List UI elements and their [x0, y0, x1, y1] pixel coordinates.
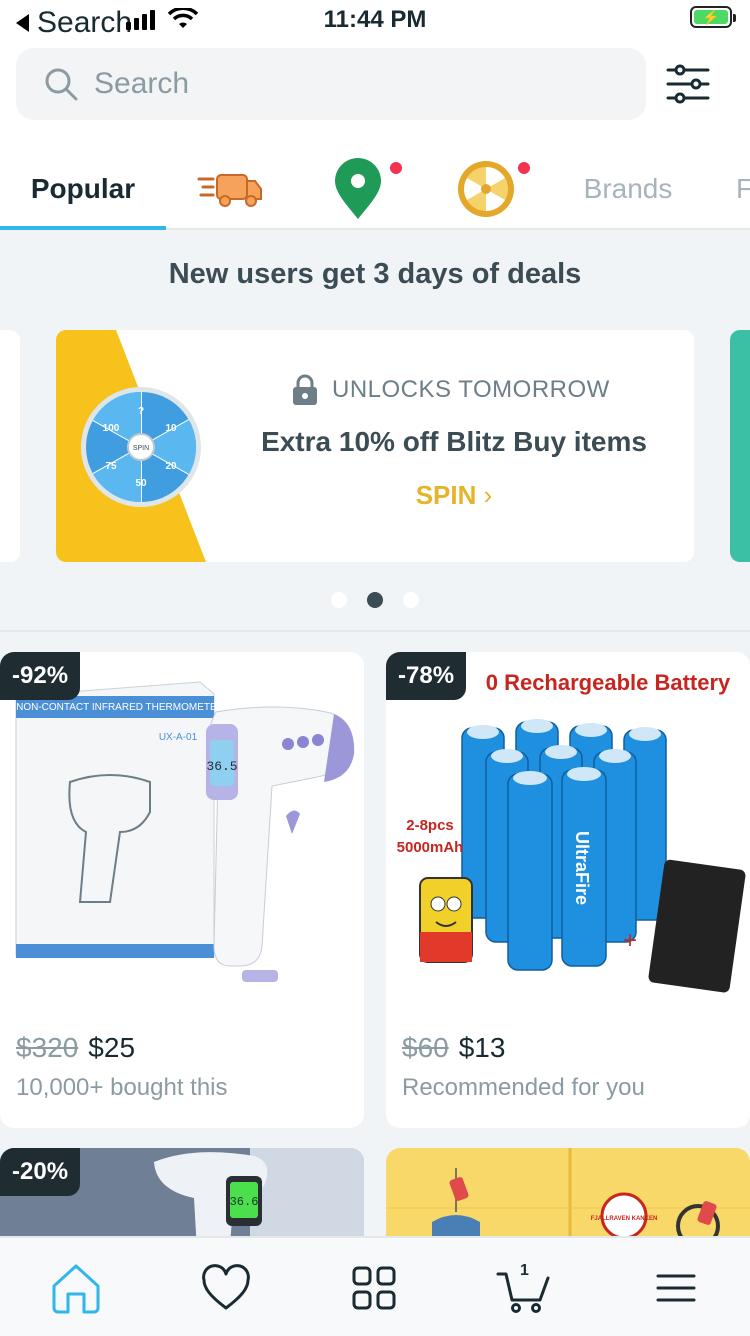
- carousel-pager: [0, 592, 750, 608]
- home-icon[interactable]: [48, 1260, 104, 1316]
- search-bar[interactable]: [16, 48, 646, 120]
- search-input[interactable]: [92, 66, 596, 102]
- product-subtitle: Recommended for you: [402, 1074, 645, 1101]
- wheel-label: 20: [165, 461, 177, 472]
- lock-icon: [293, 374, 317, 405]
- banner-text: 0 Rechargeable Battery: [486, 670, 731, 695]
- discount-badge: -78%: [386, 652, 467, 700]
- active-tab-indicator: [0, 226, 166, 230]
- chevron-right-icon: ›: [483, 480, 493, 510]
- grid-icon[interactable]: [346, 1260, 402, 1316]
- product-subtitle: 10,000+ bought this: [16, 1074, 228, 1101]
- unlock-status-text: UNLOCKS TOMORROW: [332, 376, 610, 403]
- tab-next[interactable]: F: [736, 148, 750, 230]
- wheel-center-label: SPIN: [133, 445, 149, 452]
- search-icon: [45, 68, 78, 101]
- notification-dot: [390, 162, 402, 174]
- sale-price: $25: [88, 1032, 136, 1063]
- price-row: $60 $13: [402, 1032, 505, 1064]
- cart-count-badge: 1: [520, 1262, 529, 1279]
- pager-dot[interactable]: [331, 592, 347, 608]
- discount-badge: -20%: [0, 1148, 81, 1196]
- box-title: NON-CONTACT INFRARED THERMOMETER: [16, 702, 224, 713]
- header: Popular: [0, 40, 750, 230]
- category-tabs: Popular Brands F: [0, 148, 750, 230]
- wheel-label: 100: [103, 423, 120, 434]
- tab-popular[interactable]: Popular: [0, 148, 166, 230]
- tab-local[interactable]: [318, 148, 402, 230]
- tab-brands[interactable]: Brands: [570, 148, 686, 230]
- wheel-label: 75: [105, 461, 117, 472]
- wheel-label: 10: [165, 423, 177, 434]
- product-card[interactable]: NON-CONTACT INFRARED THERMOMETER UX-A-01…: [0, 652, 364, 1128]
- wheel-label: 50: [135, 478, 147, 489]
- deal-headline: Extra 10% off Blitz Buy items: [261, 426, 647, 457]
- deal-card[interactable]: ? 10 20 50 75 100 SPIN UNLOCKS TOMORROW …: [56, 330, 694, 562]
- sale-price: $13: [458, 1032, 506, 1063]
- tab-label: Popular: [30, 173, 136, 204]
- battery-icon: ⚡: [690, 6, 736, 28]
- bottom-nav: [0, 1236, 750, 1336]
- pager-dot-active[interactable]: [367, 592, 383, 608]
- svg-text:+: +: [623, 927, 637, 954]
- product-image-battery: 0 Rechargeable Battery UltraFire 2-8pcs …: [386, 652, 750, 1016]
- pack-count: 2-8pcs: [406, 817, 454, 834]
- tab-spin[interactable]: [446, 148, 530, 230]
- tab-label: F: [736, 173, 750, 204]
- thermometer-reading: 36.5: [206, 759, 237, 774]
- discount-badge: -92%: [0, 652, 81, 700]
- product-image-thermometer: NON-CONTACT INFRARED THERMOMETER UX-A-01…: [0, 652, 364, 1012]
- location-pin-icon: [335, 158, 381, 219]
- status-bar: Search 11:44 PM ⚡: [0, 0, 750, 40]
- tab-fast-shipping[interactable]: [190, 148, 270, 230]
- original-price: $320: [16, 1032, 79, 1063]
- next-deal-card[interactable]: [730, 330, 750, 562]
- spin-label: SPIN: [415, 480, 477, 510]
- spin-wheel-icon: [458, 161, 514, 217]
- price-row: $320 $25: [16, 1032, 135, 1064]
- status-time: 11:44 PM: [323, 6, 427, 33]
- filter-icon[interactable]: [664, 60, 712, 108]
- original-price: $60: [402, 1032, 449, 1063]
- brand-logo-text: FJALLRAVEN KANKEN: [591, 1216, 658, 1222]
- deals-title: New users get 3 days of deals: [168, 258, 582, 290]
- fast-shipping-icon: [197, 174, 262, 207]
- battery-capacity: 5000mAh: [397, 839, 464, 856]
- unlock-status: UNLOCKS TOMORROW: [292, 374, 610, 406]
- product-card[interactable]: 0 Rechargeable Battery UltraFire 2-8pcs …: [386, 652, 750, 1128]
- menu-icon[interactable]: [648, 1260, 704, 1316]
- prize-wheel-image: ? 10 20 50 75 100 SPIN: [81, 387, 201, 507]
- heart-icon[interactable]: [198, 1260, 254, 1316]
- tab-label: Brands: [583, 173, 673, 204]
- section-divider: [0, 630, 750, 632]
- battery-brand: UltraFire: [572, 831, 592, 905]
- pager-dot[interactable]: [403, 592, 419, 608]
- model-label: UX-A-01: [159, 732, 198, 743]
- spin-button[interactable]: SPIN ›: [244, 480, 664, 511]
- notification-dot: [518, 162, 530, 174]
- wheel-label: ?: [138, 406, 144, 417]
- previous-deal-card[interactable]: [0, 330, 20, 562]
- thermometer-reading: 36.6: [230, 1195, 259, 1209]
